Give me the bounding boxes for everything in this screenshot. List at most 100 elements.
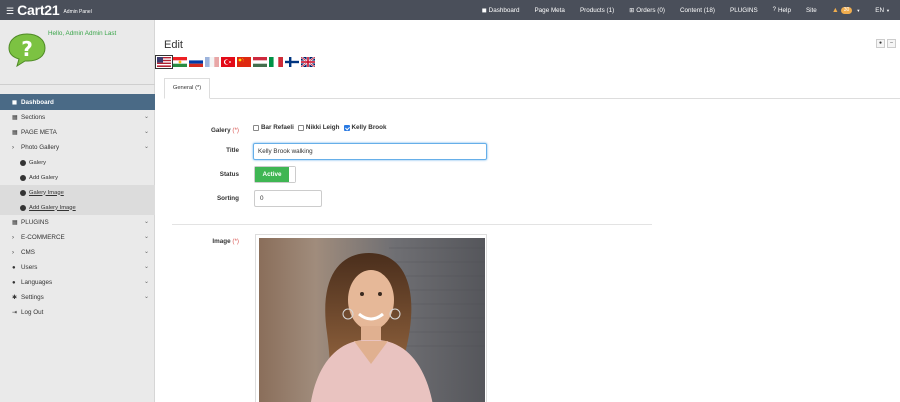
sidebar-item-label: E-COMMERCE xyxy=(21,234,65,241)
sidebar: ? Hello, Admin Admin Last ◼ Dashboard ▦ … xyxy=(0,20,155,402)
language-dropdown[interactable]: EN ▼ xyxy=(875,7,890,14)
chinese-flag-icon[interactable] xyxy=(237,57,251,67)
tab-general[interactable]: General (*) xyxy=(164,78,210,99)
grid-icon: ▦ xyxy=(12,115,18,121)
sidebar-divider xyxy=(0,84,155,85)
checkbox-unchecked[interactable] xyxy=(297,124,304,131)
galery-label: Galery (*) xyxy=(161,127,239,134)
greeting-text: Hello, Admin Admin Last xyxy=(48,30,117,37)
chevron-right-icon: › xyxy=(12,234,14,241)
title-input[interactable]: Kelly Brook walking xyxy=(253,143,487,160)
hungarian-flag-icon[interactable] xyxy=(253,57,267,67)
sidebar-item-e-commerce[interactable]: › E-COMMERCE ⌄ xyxy=(0,230,155,245)
sidebar-item-label: Users xyxy=(21,264,38,271)
title-label: Title xyxy=(226,147,239,154)
sidebar-item-label: Dashboard xyxy=(21,98,54,106)
chevron-down-icon: ⌄ xyxy=(143,294,149,300)
tabs-divider xyxy=(164,98,900,99)
sidebar-item-plugins[interactable]: ▦ PLUGINS ⌄ xyxy=(0,215,155,230)
sidebar-item-photo-gallery[interactable]: › Photo Gallery ⌄ xyxy=(0,140,155,155)
brand-logo[interactable]: ☰ Cart21 Admin Panel xyxy=(6,2,92,18)
logout-icon: ⇥ xyxy=(12,310,18,316)
nav-dashboard-label: Dashboard xyxy=(488,6,520,14)
nav-products[interactable]: Products (1) xyxy=(580,7,614,14)
galery-option-label: Kelly Brook xyxy=(351,124,387,131)
question-bubble-icon: ? xyxy=(8,33,46,68)
chevron-down-icon: ⌄ xyxy=(143,234,149,240)
toggle-knob xyxy=(289,167,295,182)
sidebar-item-label: Photo Gallery xyxy=(21,144,60,151)
sidebar-subitem-galery-image[interactable]: Galery Image xyxy=(0,185,155,200)
checkbox-checked[interactable] xyxy=(343,124,350,131)
turkish-flag-icon[interactable] xyxy=(221,57,235,67)
kurdish-flag-icon[interactable] xyxy=(173,57,187,67)
french-flag-icon[interactable] xyxy=(205,57,219,67)
page-title: Edit xyxy=(164,39,183,51)
sidebar-item-label: CMS xyxy=(21,249,35,256)
sidebar-item-label: Settings xyxy=(21,294,44,301)
brand-name: Cart21 xyxy=(17,2,60,18)
italian-flag-icon[interactable] xyxy=(269,57,283,67)
nav-site-label: Site xyxy=(805,6,817,14)
sidebar-item-languages[interactable]: ● Languages ⌄ xyxy=(0,275,155,290)
checkbox-unchecked[interactable] xyxy=(253,124,259,131)
status-toggle[interactable]: Active xyxy=(254,166,296,183)
sidebar-subitem-add-galery[interactable]: Add Galery xyxy=(0,170,155,185)
sidebar-item-label: Galery Image xyxy=(29,189,64,196)
alerts-dropdown[interactable]: ▲ 30 ▼ xyxy=(832,6,860,14)
sorting-input[interactable]: 0 xyxy=(254,190,322,207)
view-icon[interactable]: ● xyxy=(876,39,885,48)
galery-option-label: Bar Refaeli xyxy=(261,124,294,131)
dashboard-icon: ◼ xyxy=(481,7,487,14)
galery-option-nikki-leigh[interactable]: Nikki Leigh xyxy=(297,124,340,131)
galery-option-kelly-brook[interactable]: Kelly Brook xyxy=(343,124,387,131)
galery-option-bar-refaeli[interactable]: Bar Refaeli xyxy=(253,124,294,131)
nav-help[interactable]: ? Help xyxy=(773,7,791,14)
sidebar-item-page-meta[interactable]: ▦ PAGE META ⌄ xyxy=(0,125,155,140)
sorting-label: Sorting xyxy=(216,195,239,202)
nav-dashboard[interactable]: ◼ Dashboard xyxy=(482,7,520,14)
nav-site[interactable]: Site xyxy=(806,7,817,14)
tab-required-mark: (*) xyxy=(195,85,202,91)
grid-icon: ▦ xyxy=(12,220,18,226)
minimize-icon[interactable]: – xyxy=(887,39,896,48)
home-icon: ◼ xyxy=(12,99,17,106)
sidebar-item-label: PLUGINS xyxy=(21,219,49,226)
uk-flag-icon[interactable] xyxy=(301,57,315,67)
sidebar-subitem-add-galery-image[interactable]: Add Galery Image xyxy=(0,200,155,215)
sidebar-item-label: Add Galery xyxy=(29,174,58,181)
us-flag-icon[interactable] xyxy=(155,55,173,69)
status-label: Status xyxy=(219,171,239,178)
chevron-down-icon: ⌄ xyxy=(143,279,149,285)
chevron-down-icon: ⌄ xyxy=(143,129,149,135)
help-icon: ? xyxy=(772,7,776,13)
dot-icon xyxy=(20,174,26,181)
galery-checkbox-group: Bar Refaeli Nikki Leigh Kelly Brook xyxy=(253,124,391,131)
sidebar-item-users[interactable]: ● Users ⌄ xyxy=(0,260,155,275)
dot-icon xyxy=(20,189,26,196)
gear-icon: ✱ xyxy=(12,295,18,301)
sidebar-item-log-out[interactable]: ⇥ Log Out xyxy=(0,305,155,320)
user-icon: ● xyxy=(12,279,16,286)
nav-page-meta[interactable]: Page Meta xyxy=(534,7,564,14)
sidebar-item-dashboard[interactable]: ◼ Dashboard xyxy=(0,94,155,110)
sidebar-item-label: Languages xyxy=(21,279,53,286)
finnish-flag-icon[interactable] xyxy=(285,57,299,67)
nav-products-label: Products (1) xyxy=(579,6,615,14)
russian-flag-icon[interactable] xyxy=(189,57,203,67)
form-divider xyxy=(172,224,652,225)
sidebar-item-sections[interactable]: ▦ Sections ⌄ xyxy=(0,110,155,125)
dot-icon xyxy=(20,204,26,211)
image-label: Image (*) xyxy=(161,238,239,245)
sidebar-item-settings[interactable]: ✱ Settings ⌄ xyxy=(0,290,155,305)
nav-orders-label: Orders (0) xyxy=(636,6,665,14)
gallery-image-preview[interactable] xyxy=(255,234,487,402)
nav-orders[interactable]: ⊞ Orders (0) xyxy=(629,7,665,14)
sidebar-subitem-galery[interactable]: Galery xyxy=(0,155,155,170)
sidebar-item-label: Add Galery Image xyxy=(29,204,76,211)
nav-content[interactable]: Content (18) xyxy=(680,7,715,14)
chevron-right-icon: › xyxy=(12,249,14,256)
sidebar-item-cms[interactable]: › CMS ⌄ xyxy=(0,245,155,260)
menu-icon[interactable]: ☰ xyxy=(6,6,14,17)
nav-plugins[interactable]: PLUGINS xyxy=(730,7,758,14)
